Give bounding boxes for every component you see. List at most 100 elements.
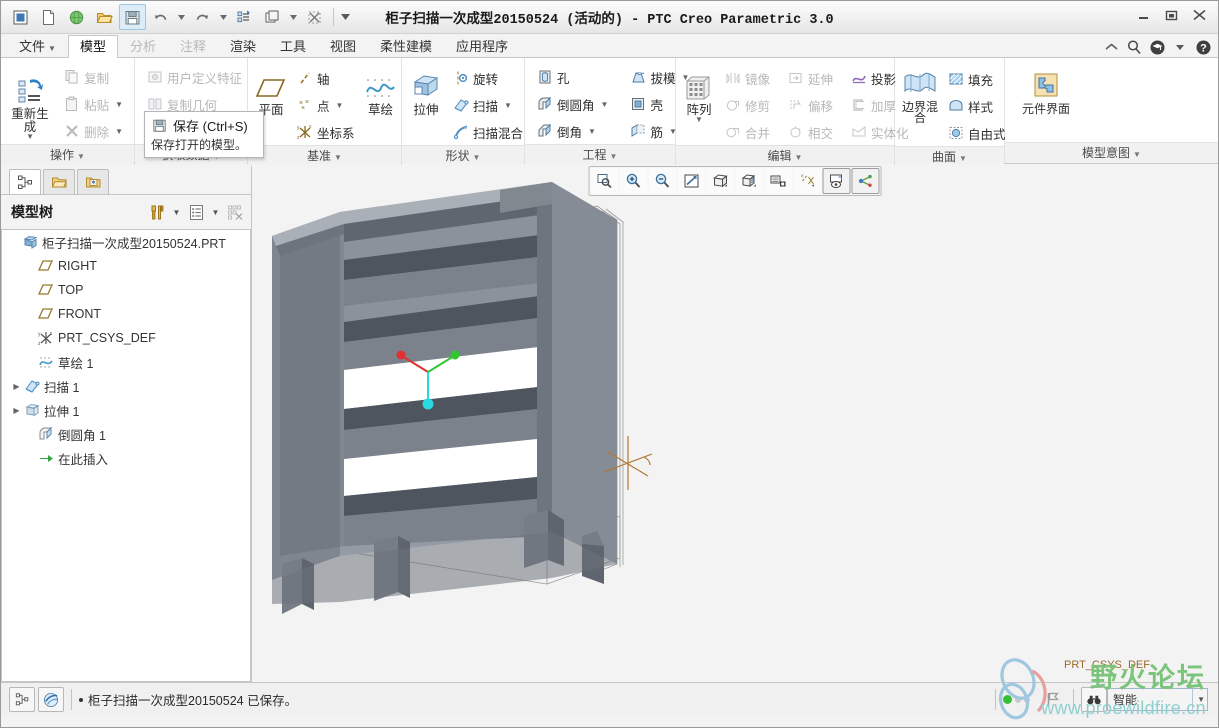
chevron-down-icon[interactable]: ▼ bbox=[504, 101, 512, 110]
tree-row-sketch1[interactable]: 草绘 1 bbox=[2, 350, 250, 374]
tree-row-insert-here[interactable]: 在此插入 bbox=[2, 446, 250, 470]
chevron-down-icon[interactable]: ▼ bbox=[588, 127, 596, 136]
revolve-button[interactable]: 旋转 bbox=[447, 65, 528, 91]
window-dropdown-caret[interactable] bbox=[287, 5, 300, 29]
tree-row-round1[interactable]: 倒圆角 1 bbox=[2, 422, 250, 446]
tree-row-csys[interactable]: yz x PRT_CSYS_DEF bbox=[2, 326, 250, 350]
minimize-button[interactable] bbox=[1130, 5, 1156, 25]
settings-tools-icon[interactable] bbox=[147, 201, 167, 223]
chevron-down-icon[interactable]: ▼ bbox=[336, 101, 344, 110]
refit-icon[interactable] bbox=[590, 168, 619, 194]
round-button[interactable]: 倒圆角 ▼ bbox=[531, 91, 613, 117]
datum-csys-button[interactable]: yz x 坐标系 bbox=[291, 119, 360, 145]
zoom-out-icon[interactable] bbox=[648, 168, 677, 194]
maximize-button[interactable] bbox=[1158, 5, 1184, 25]
search-tool-icon[interactable] bbox=[1081, 687, 1107, 712]
favorites-tab[interactable]: ✶ bbox=[77, 169, 109, 194]
display-list-caret[interactable]: ▼ bbox=[210, 201, 221, 223]
tab-analysis[interactable]: 分析 bbox=[118, 35, 168, 58]
pattern-button[interactable]: 阵列 ▼ bbox=[682, 70, 716, 124]
group-label-engineering[interactable]: 工程 ▼ bbox=[525, 144, 675, 165]
group-label-editing[interactable]: 编辑 ▼ bbox=[676, 145, 894, 166]
folder-browser-tab[interactable] bbox=[43, 169, 75, 194]
new-window-icon[interactable] bbox=[7, 4, 34, 30]
zoom-in-icon[interactable] bbox=[619, 168, 648, 194]
datum-display-icon[interactable]: × bbox=[793, 168, 822, 194]
tree-row-extrude1[interactable]: ▶ 拉伸 1 bbox=[2, 398, 250, 422]
intersect-button[interactable]: 相交 bbox=[782, 119, 838, 145]
chamfer-button[interactable]: 倒角 ▼ bbox=[531, 118, 613, 144]
redo-dropdown-caret[interactable] bbox=[217, 5, 230, 29]
tree-expander[interactable]: ▶ bbox=[10, 398, 23, 422]
flag-icon[interactable] bbox=[1040, 687, 1066, 712]
boundary-blend-button[interactable]: 边界混合 bbox=[901, 66, 939, 125]
style-button[interactable]: 样式 bbox=[942, 93, 1011, 119]
hole-button[interactable]: 孔 bbox=[531, 64, 613, 90]
graduation-cap-icon[interactable] bbox=[1148, 38, 1166, 56]
spin-center-icon[interactable] bbox=[851, 168, 880, 194]
help-icon[interactable]: ? bbox=[1194, 38, 1212, 56]
datum-axis-button[interactable]: 轴 bbox=[291, 65, 360, 91]
mirror-button[interactable]: 镜像 bbox=[719, 65, 775, 91]
save-icon[interactable] bbox=[119, 4, 146, 30]
model-tree[interactable]: 柜子扫描一次成型20150524.PRT RIGHT TOP FRONT y z… bbox=[1, 230, 251, 682]
tree-row-sweep1[interactable]: ▶ 扫描 1 bbox=[2, 374, 250, 398]
trim-button[interactable]: 修剪 bbox=[719, 92, 775, 118]
settings-tools-caret[interactable]: ▼ bbox=[171, 201, 182, 223]
close-button[interactable] bbox=[1186, 5, 1212, 25]
chevron-down-icon[interactable]: ▼ bbox=[1192, 689, 1205, 710]
chevron-down-icon[interactable]: ▼ bbox=[601, 100, 609, 109]
repaint-icon[interactable] bbox=[677, 168, 706, 194]
merge-button[interactable]: 合并 bbox=[719, 119, 775, 145]
tree-row-front[interactable]: FRONT bbox=[2, 302, 250, 326]
tab-applications[interactable]: 应用程序 bbox=[444, 35, 520, 58]
display-style-icon[interactable] bbox=[706, 168, 735, 194]
undo-icon[interactable] bbox=[147, 4, 174, 30]
tab-tools[interactable]: 工具 bbox=[268, 35, 318, 58]
graphics-viewport[interactable]: × PRT_CSYS_DEF bbox=[252, 164, 1218, 682]
collapse-ribbon-icon[interactable] bbox=[1102, 38, 1120, 56]
tab-flexible-modeling[interactable]: 柔性建模 bbox=[368, 35, 444, 58]
view-manager-icon[interactable] bbox=[764, 168, 793, 194]
group-label-shapes[interactable]: 形状 ▼ bbox=[402, 145, 524, 166]
qat-more-caret[interactable] bbox=[339, 5, 352, 29]
sweep-button[interactable]: 扫描 ▼ bbox=[447, 92, 528, 118]
open-file-icon[interactable] bbox=[91, 4, 118, 30]
regenerate-icon[interactable] bbox=[231, 4, 258, 30]
offset-button[interactable]: 偏移 bbox=[782, 92, 838, 118]
paste-button[interactable]: 粘贴 ▼ bbox=[58, 91, 128, 117]
model-stage[interactable]: PRT_CSYS_DEF bbox=[252, 164, 1218, 682]
chevron-down-icon[interactable]: ▼ bbox=[26, 133, 34, 141]
display-list-icon[interactable] bbox=[186, 201, 206, 223]
tree-row-part[interactable]: 柜子扫描一次成型20150524.PRT bbox=[2, 230, 250, 254]
delete-button[interactable]: 删除 ▼ bbox=[58, 118, 128, 144]
smart-filter-selector[interactable]: 智能 ▼ bbox=[1107, 688, 1208, 711]
tree-row-right[interactable]: RIGHT bbox=[2, 254, 250, 278]
datum-point-button[interactable]: × × × 点 ▼ bbox=[291, 92, 360, 118]
copy-button[interactable]: 复制 bbox=[58, 64, 128, 90]
tab-render[interactable]: 渲染 bbox=[218, 35, 268, 58]
new-file-icon[interactable] bbox=[35, 4, 62, 30]
freestyle-button[interactable]: 自由式 bbox=[942, 120, 1011, 146]
tab-view[interactable]: 视图 bbox=[318, 35, 368, 58]
annotation-display-icon[interactable] bbox=[822, 168, 851, 194]
tree-expander[interactable]: ▶ bbox=[10, 374, 23, 398]
redo-icon[interactable] bbox=[189, 4, 216, 30]
tab-model[interactable]: 模型 bbox=[67, 35, 118, 58]
undo-dropdown-caret[interactable] bbox=[175, 5, 188, 29]
model-tree-tab[interactable] bbox=[9, 169, 41, 194]
tree-filter-icon[interactable] bbox=[225, 201, 245, 223]
fill-button[interactable]: 填充 bbox=[942, 66, 1011, 92]
tab-annotate[interactable]: 注释 bbox=[168, 35, 218, 58]
browser-toggle-icon[interactable] bbox=[38, 687, 64, 712]
group-label-datum[interactable]: 基准 ▼ bbox=[248, 145, 401, 166]
group-label-operations[interactable]: 操作 ▼ bbox=[1, 144, 134, 165]
tab-file[interactable]: 文件 ▼ bbox=[7, 35, 68, 58]
extend-button[interactable]: 延伸 bbox=[782, 65, 838, 91]
search-icon[interactable] bbox=[1125, 38, 1143, 56]
swept-blend-button[interactable]: 扫描混合 bbox=[447, 119, 528, 145]
close-window-icon[interactable] bbox=[301, 4, 328, 30]
group-label-model-intent[interactable]: 模型意图 ▼ bbox=[1005, 142, 1218, 163]
component-interface-button[interactable]: 元件界面 bbox=[1019, 68, 1073, 116]
chevron-down-icon[interactable]: ▼ bbox=[695, 116, 703, 124]
